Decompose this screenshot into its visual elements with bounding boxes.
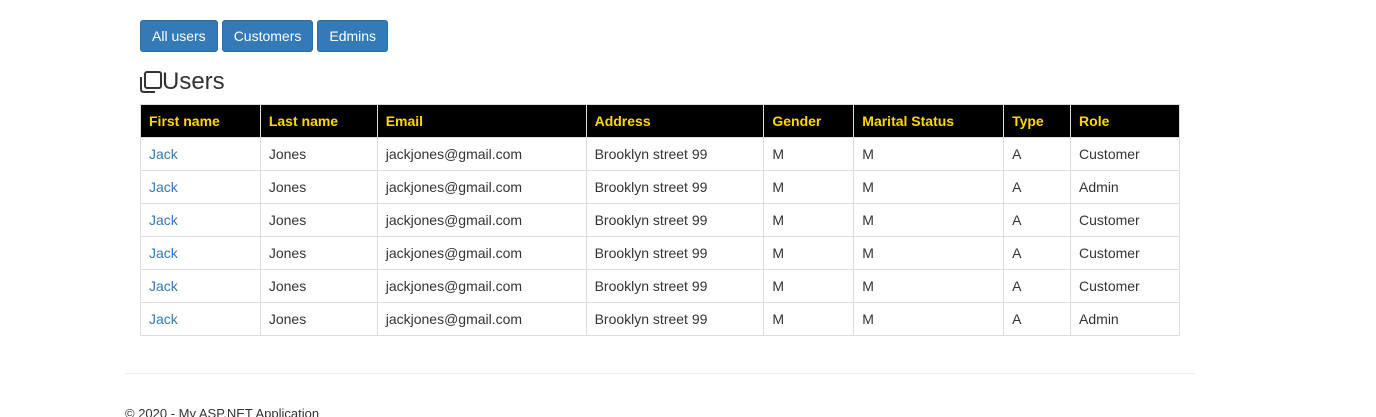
marital-status-cell: M bbox=[853, 137, 1005, 171]
last-name-cell: Jones bbox=[259, 236, 378, 270]
first-name-link[interactable]: Jack bbox=[149, 146, 178, 162]
role-cell: Admin bbox=[1070, 170, 1180, 204]
column-header-type[interactable]: Type bbox=[1003, 104, 1072, 138]
column-header-email[interactable]: Email bbox=[376, 104, 587, 138]
user-filter-buttons: All users Customers Edmins bbox=[140, 20, 389, 52]
type-cell: A bbox=[1003, 236, 1072, 270]
gender-cell: M bbox=[763, 269, 855, 303]
last-name-cell: Jones bbox=[259, 302, 378, 336]
address-cell: Brooklyn street 99 bbox=[585, 269, 765, 303]
last-name-cell: Jones bbox=[259, 170, 378, 204]
table-row: Jack Jones jackjones@gmail.com Brooklyn … bbox=[140, 302, 1180, 336]
first-name-cell: Jack bbox=[140, 269, 261, 303]
customers-button[interactable]: Customers bbox=[221, 20, 314, 52]
column-header-role[interactable]: Role bbox=[1070, 104, 1180, 138]
first-name-link[interactable]: Jack bbox=[149, 212, 178, 228]
copy-icon bbox=[140, 71, 162, 93]
first-name-cell: Jack bbox=[140, 302, 261, 336]
email-cell: jackjones@gmail.com bbox=[376, 170, 587, 204]
page-title: Users bbox=[140, 66, 225, 98]
column-header-first-name[interactable]: First name bbox=[140, 104, 261, 138]
first-name-link[interactable]: Jack bbox=[149, 278, 178, 294]
gender-cell: M bbox=[763, 236, 855, 270]
edmins-button[interactable]: Edmins bbox=[317, 20, 389, 52]
marital-status-cell: M bbox=[853, 170, 1005, 204]
table-row: Jack Jones jackjones@gmail.com Brooklyn … bbox=[140, 137, 1180, 171]
last-name-cell: Jones bbox=[259, 269, 378, 303]
footer-divider bbox=[125, 373, 1195, 374]
first-name-cell: Jack bbox=[140, 236, 261, 270]
table-header-row: First name Last name Email Address Gende… bbox=[140, 104, 1180, 138]
email-cell: jackjones@gmail.com bbox=[376, 269, 587, 303]
table-row: Jack Jones jackjones@gmail.com Brooklyn … bbox=[140, 203, 1180, 237]
users-table: First name Last name Email Address Gende… bbox=[140, 104, 1180, 336]
footer-copyright: © 2020 - My ASP.NET Application bbox=[125, 406, 320, 417]
role-cell: Admin bbox=[1070, 302, 1180, 336]
first-name-link[interactable]: Jack bbox=[149, 311, 178, 327]
gender-cell: M bbox=[763, 137, 855, 171]
table-row: Jack Jones jackjones@gmail.com Brooklyn … bbox=[140, 269, 1180, 303]
all-users-button[interactable]: All users bbox=[140, 20, 218, 52]
email-cell: jackjones@gmail.com bbox=[376, 302, 587, 336]
marital-status-cell: M bbox=[853, 236, 1005, 270]
marital-status-cell: M bbox=[853, 269, 1005, 303]
last-name-cell: Jones bbox=[259, 137, 378, 171]
type-cell: A bbox=[1003, 302, 1072, 336]
marital-status-cell: M bbox=[853, 302, 1005, 336]
email-cell: jackjones@gmail.com bbox=[376, 203, 587, 237]
last-name-cell: Jones bbox=[259, 203, 378, 237]
role-cell: Customer bbox=[1070, 203, 1180, 237]
gender-cell: M bbox=[763, 302, 855, 336]
column-header-last-name[interactable]: Last name bbox=[259, 104, 378, 138]
column-header-address[interactable]: Address bbox=[585, 104, 765, 138]
email-cell: jackjones@gmail.com bbox=[376, 236, 587, 270]
address-cell: Brooklyn street 99 bbox=[585, 170, 765, 204]
first-name-link[interactable]: Jack bbox=[149, 245, 178, 261]
address-cell: Brooklyn street 99 bbox=[585, 236, 765, 270]
address-cell: Brooklyn street 99 bbox=[585, 203, 765, 237]
email-cell: jackjones@gmail.com bbox=[376, 137, 587, 171]
table-row: Jack Jones jackjones@gmail.com Brooklyn … bbox=[140, 170, 1180, 204]
page: All users Customers Edmins Users First n… bbox=[0, 0, 1376, 417]
first-name-cell: Jack bbox=[140, 137, 261, 171]
gender-cell: M bbox=[763, 203, 855, 237]
role-cell: Customer bbox=[1070, 269, 1180, 303]
table-row: Jack Jones jackjones@gmail.com Brooklyn … bbox=[140, 236, 1180, 270]
address-cell: Brooklyn street 99 bbox=[585, 137, 765, 171]
address-cell: Brooklyn street 99 bbox=[585, 302, 765, 336]
type-cell: A bbox=[1003, 137, 1072, 171]
column-header-gender[interactable]: Gender bbox=[763, 104, 855, 138]
marital-status-cell: M bbox=[853, 203, 1005, 237]
page-title-text: Users bbox=[162, 68, 225, 95]
type-cell: A bbox=[1003, 170, 1072, 204]
role-cell: Customer bbox=[1070, 137, 1180, 171]
type-cell: A bbox=[1003, 269, 1072, 303]
role-cell: Customer bbox=[1070, 236, 1180, 270]
first-name-cell: Jack bbox=[140, 170, 261, 204]
first-name-cell: Jack bbox=[140, 203, 261, 237]
type-cell: A bbox=[1003, 203, 1072, 237]
gender-cell: M bbox=[763, 170, 855, 204]
column-header-marital-status[interactable]: Marital Status bbox=[853, 104, 1005, 138]
first-name-link[interactable]: Jack bbox=[149, 179, 178, 195]
